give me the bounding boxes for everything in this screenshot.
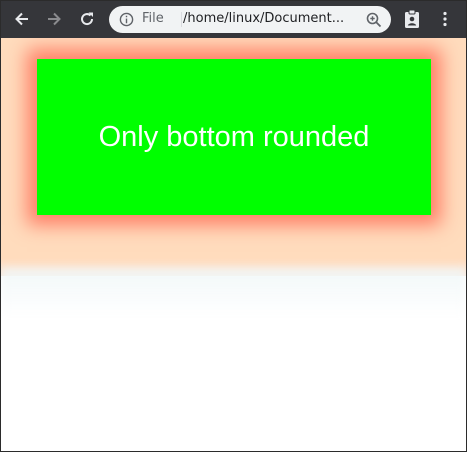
url-text[interactable]: /home/linux/Document... bbox=[183, 11, 359, 26]
menu-button[interactable] bbox=[432, 6, 458, 32]
omnibox-separator bbox=[181, 12, 182, 27]
clipboard-person-icon bbox=[405, 9, 419, 28]
browser-toolbar: File /home/linux/Document... bbox=[1, 1, 466, 38]
rounded-box: Only bottom rounded bbox=[37, 59, 431, 215]
origin-chip: File bbox=[142, 11, 164, 26]
back-button[interactable] bbox=[9, 6, 35, 32]
arrow-right-icon bbox=[48, 12, 61, 26]
address-bar[interactable]: File /home/linux/Document... bbox=[109, 6, 391, 33]
info-icon[interactable] bbox=[119, 12, 134, 27]
extension-button[interactable] bbox=[399, 6, 425, 32]
forward-button[interactable] bbox=[41, 6, 67, 32]
kebab-menu-icon bbox=[443, 11, 447, 27]
page-content: Only bottom rounded bbox=[1, 38, 466, 451]
background-fade bbox=[1, 268, 466, 318]
reload-icon bbox=[81, 12, 94, 26]
browser-window: File /home/linux/Document... Only bottom… bbox=[0, 0, 467, 452]
box-label: Only bottom rounded bbox=[98, 120, 370, 153]
arrow-left-icon bbox=[15, 12, 28, 26]
zoom-in-icon[interactable] bbox=[365, 11, 383, 29]
reload-button[interactable] bbox=[74, 6, 100, 32]
